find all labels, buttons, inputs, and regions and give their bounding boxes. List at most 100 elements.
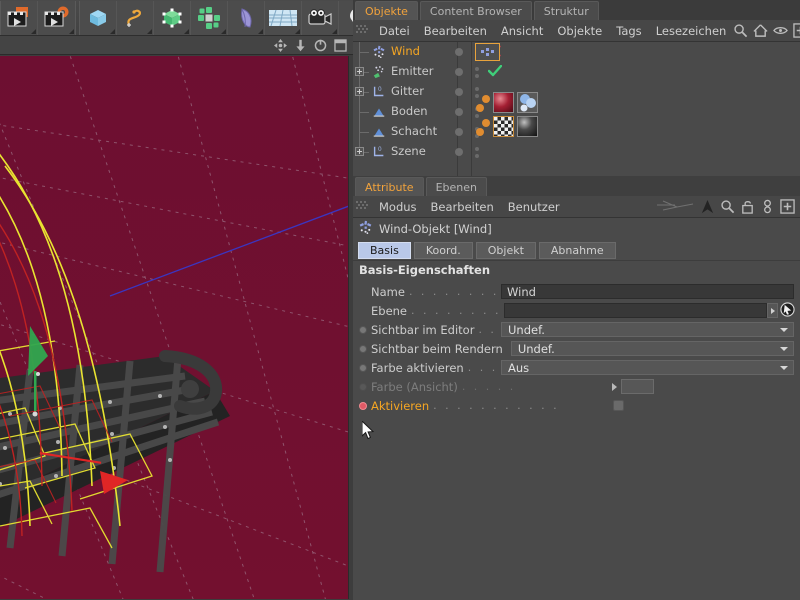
tab-objekt[interactable]: Objekt xyxy=(475,241,536,259)
farbe-ansicht-swatch[interactable] xyxy=(620,379,654,394)
material-tag-orange-1[interactable] xyxy=(482,95,490,103)
chevron-down-icon xyxy=(780,347,788,351)
menu-bearbeiten[interactable]: Bearbeiten xyxy=(417,21,494,41)
aktivieren-checkbox[interactable] xyxy=(613,400,625,411)
property-label-name: Name xyxy=(371,284,405,299)
add-generator-button[interactable] xyxy=(154,0,191,35)
name-input[interactable]: Wind xyxy=(501,284,794,299)
tab-attribute[interactable]: Attribute xyxy=(355,177,424,196)
toolbar-corner-flag xyxy=(295,28,300,34)
property-bullet[interactable] xyxy=(359,363,367,372)
material-tag-checker[interactable] xyxy=(493,116,514,137)
menu-benutzer[interactable]: Benutzer xyxy=(501,197,567,217)
3d-viewport[interactable] xyxy=(0,56,349,599)
farbe-aktivieren-dropdown[interactable]: Aus xyxy=(501,360,794,375)
tab-koord[interactable]: Koord. xyxy=(413,241,473,259)
link-icon[interactable] xyxy=(760,199,775,214)
add-deformer-button[interactable] xyxy=(228,0,265,35)
search-icon[interactable] xyxy=(733,23,748,38)
add-camera-button[interactable] xyxy=(302,0,339,35)
tab-content-browser[interactable]: Content Browser xyxy=(419,1,532,20)
viewport-maximize-button[interactable] xyxy=(334,38,347,52)
material-tag-dark-sphere[interactable] xyxy=(517,116,538,137)
menu-tags[interactable]: Tags xyxy=(609,21,648,41)
home-icon[interactable] xyxy=(753,23,768,38)
material-tag-orange-2[interactable] xyxy=(476,104,484,112)
property-row-name: Name . . . . . . . . . . . . . . Wind xyxy=(353,282,800,301)
menu-objekte[interactable]: Objekte xyxy=(550,21,609,41)
ebene-dropdown-button[interactable] xyxy=(767,303,778,318)
object-tree-cell: 0 Gitter xyxy=(353,82,445,102)
ebene-input[interactable] xyxy=(504,303,767,318)
menu-ansicht[interactable]: Ansicht xyxy=(494,21,550,41)
render-settings-button[interactable] xyxy=(38,1,75,35)
pointer-up-icon[interactable] xyxy=(700,199,715,214)
property-bullet xyxy=(359,382,367,391)
object-label: Gitter xyxy=(391,84,424,98)
panel-grip-icon[interactable] xyxy=(356,25,368,36)
expander-toggle[interactable] xyxy=(355,147,364,156)
enable-dot[interactable] xyxy=(455,48,463,56)
tab-ebenen[interactable]: Ebenen xyxy=(425,177,487,196)
property-row-farbe-aktivieren: Farbe aktivieren . . . . . . Aus xyxy=(353,358,800,377)
wind-starburst-icon xyxy=(372,45,386,59)
object-label: Emitter xyxy=(391,64,434,78)
search-icon[interactable] xyxy=(720,199,735,214)
section-title: Basis-Eigenschaften xyxy=(353,260,800,278)
enable-dot[interactable] xyxy=(455,128,463,136)
attribute-manager-menubar: Modus Bearbeiten Benutzer xyxy=(353,196,800,218)
add-floor-button[interactable] xyxy=(265,0,302,35)
enable-dot[interactable] xyxy=(455,68,463,76)
material-tag-blue-icon[interactable] xyxy=(517,92,538,113)
object-label: Boden xyxy=(391,104,428,118)
enable-dot[interactable] xyxy=(455,148,463,156)
object-label: Szene xyxy=(391,144,426,158)
eye-icon[interactable] xyxy=(773,23,789,38)
attribute-manager-tabs: Attribute Ebenen xyxy=(353,176,800,196)
property-bullet[interactable] xyxy=(359,325,367,334)
tree-line xyxy=(359,112,369,113)
menu-bearbeiten-attr[interactable]: Bearbeiten xyxy=(424,197,501,217)
tab-struktur[interactable]: Struktur xyxy=(533,1,599,20)
tab-objekte[interactable]: Objekte xyxy=(355,1,418,20)
expand-triangle-icon[interactable] xyxy=(611,382,617,391)
sichtbar-rendern-dropdown[interactable]: Undef. xyxy=(510,341,794,356)
enable-dot[interactable] xyxy=(455,108,463,116)
tree-line xyxy=(359,132,369,133)
unlock-icon[interactable] xyxy=(740,199,755,214)
render-view-button[interactable] xyxy=(1,0,38,35)
menu-lesezeichen[interactable]: Lesezeichen xyxy=(649,21,734,41)
plus-box-icon[interactable] xyxy=(793,23,800,38)
viewport-move-button[interactable] xyxy=(274,38,287,52)
application-window: Objekte Content Browser Struktur Datei B… xyxy=(0,0,800,600)
expander-toggle[interactable] xyxy=(355,87,364,96)
dotted-leader: . . . . . . . . . . . . . . xyxy=(408,286,497,297)
property-bullet[interactable] xyxy=(359,401,367,410)
viewport-zoom-button[interactable] xyxy=(294,39,307,52)
tab-basis[interactable]: Basis xyxy=(358,241,411,259)
add-cube-button[interactable] xyxy=(80,0,117,35)
viewport-rotate-button[interactable] xyxy=(314,39,327,52)
material-tag-orange-3[interactable] xyxy=(482,119,490,127)
material-tag-orange-4[interactable] xyxy=(476,128,484,136)
property-label-aktivieren: Aktivieren xyxy=(371,398,430,413)
tab-abnahme[interactable]: Abnahme xyxy=(538,241,616,259)
enable-dot[interactable] xyxy=(455,88,463,96)
menu-modus[interactable]: Modus xyxy=(372,197,424,217)
wind-tag[interactable] xyxy=(475,43,500,61)
property-bullet[interactable] xyxy=(359,344,367,353)
object-manager[interactable]: Wind Emitter 0 Gitter Boden Schacht 0 Sz… xyxy=(353,42,800,178)
plus-box-icon[interactable] xyxy=(780,199,795,214)
layer-picker-icon[interactable] xyxy=(780,301,795,320)
viewport-control-bar xyxy=(0,36,353,55)
wind-starburst-icon xyxy=(358,220,373,238)
expander-toggle[interactable] xyxy=(355,67,364,76)
material-tag-red-sphere[interactable] xyxy=(493,92,514,113)
add-array-button[interactable] xyxy=(191,0,228,35)
panel-grip-icon[interactable] xyxy=(356,201,368,212)
emitter-icon xyxy=(372,65,386,79)
dropdown-value: Undef. xyxy=(508,322,545,337)
menu-datei[interactable]: Datei xyxy=(372,21,417,41)
add-spline-button[interactable] xyxy=(117,0,154,35)
sichtbar-editor-dropdown[interactable]: Undef. xyxy=(501,322,794,337)
